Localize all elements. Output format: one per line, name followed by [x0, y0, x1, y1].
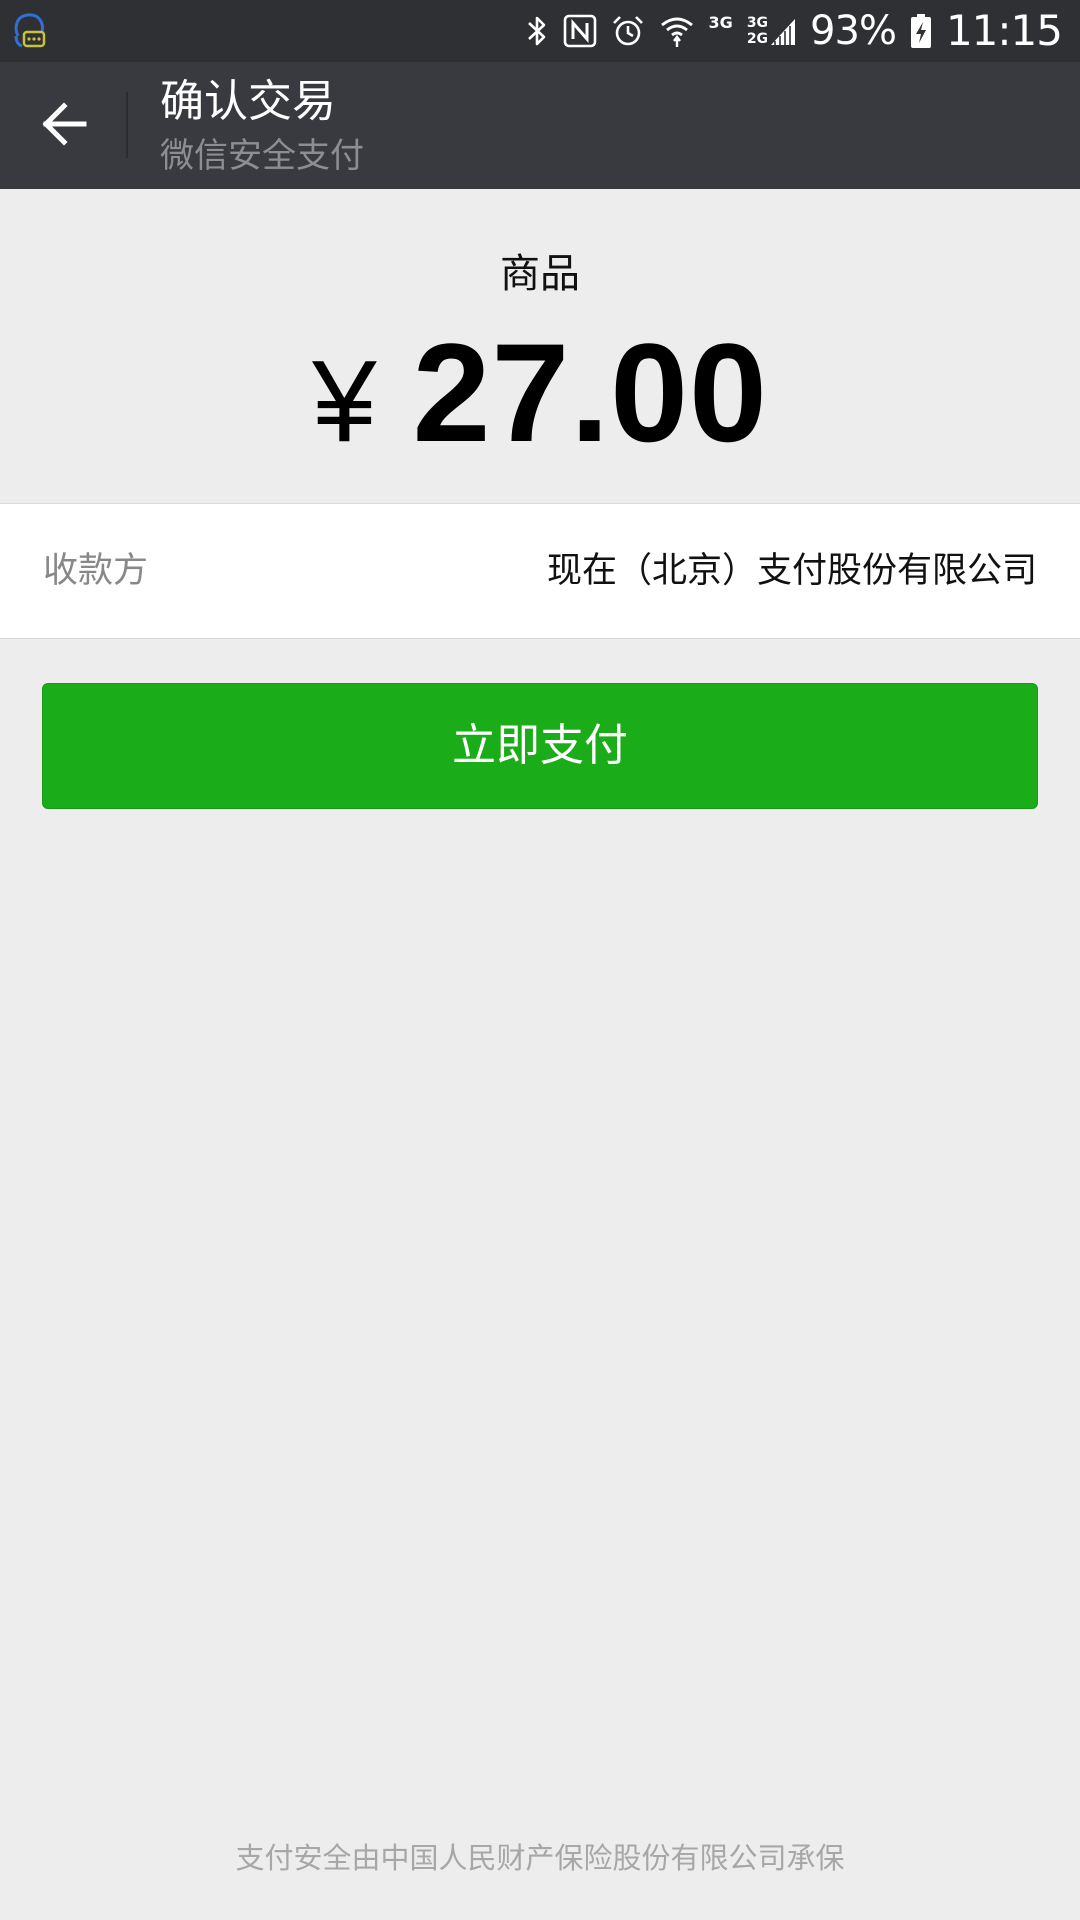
title-bar: 确认交易 微信安全支付 — [0, 62, 1080, 189]
status-icons: 3G 3G 2G 93% 11:15 — [525, 0, 1063, 62]
back-button[interactable] — [22, 82, 106, 166]
payment-confirm-screen: 3G 3G 2G 93% 11:15 确认交易 微信安全支付 商品 ¥ 27.0… — [0, 0, 1080, 1920]
nfc-icon — [563, 0, 597, 62]
status-bar: 3G 3G 2G 93% 11:15 — [0, 0, 1080, 62]
page-title: 确认交易 — [160, 76, 336, 127]
wifi-icon — [659, 0, 695, 62]
battery-charging-icon — [910, 0, 932, 62]
payee-value: 现在（北京）支付股份有限公司 — [546, 551, 1037, 591]
title-divider — [126, 92, 128, 158]
bluetooth-icon — [525, 0, 549, 62]
payee-label: 收款方 — [43, 551, 149, 591]
product-label: 商品 — [500, 251, 580, 297]
status-time: 11:15 — [945, 6, 1063, 55]
payee-row: 收款方 现在（北京）支付股份有限公司 — [0, 503, 1080, 639]
payment-amount: ¥27.00 — [0, 318, 1080, 512]
alarm-icon — [611, 0, 645, 62]
network-type-dual-top: 3G — [746, 15, 769, 31]
network-type-dual-bottom: 2G — [746, 31, 769, 47]
pay-now-button[interactable]: 立即支付 — [42, 683, 1038, 809]
amount-value: 27.00 — [412, 314, 768, 471]
chat-notification-icon — [10, 10, 50, 52]
arrow-left-icon — [42, 102, 87, 146]
insurance-note: 支付安全由中国人民财产保险股份有限公司承保 — [235, 1841, 845, 1875]
currency-symbol: ¥ — [312, 336, 377, 466]
page-subtitle: 微信安全支付 — [160, 136, 364, 176]
network-type-3g: 3G — [708, 13, 733, 32]
signal-icon: 3G 2G — [747, 0, 796, 62]
battery-percentage: 93% — [810, 8, 897, 54]
